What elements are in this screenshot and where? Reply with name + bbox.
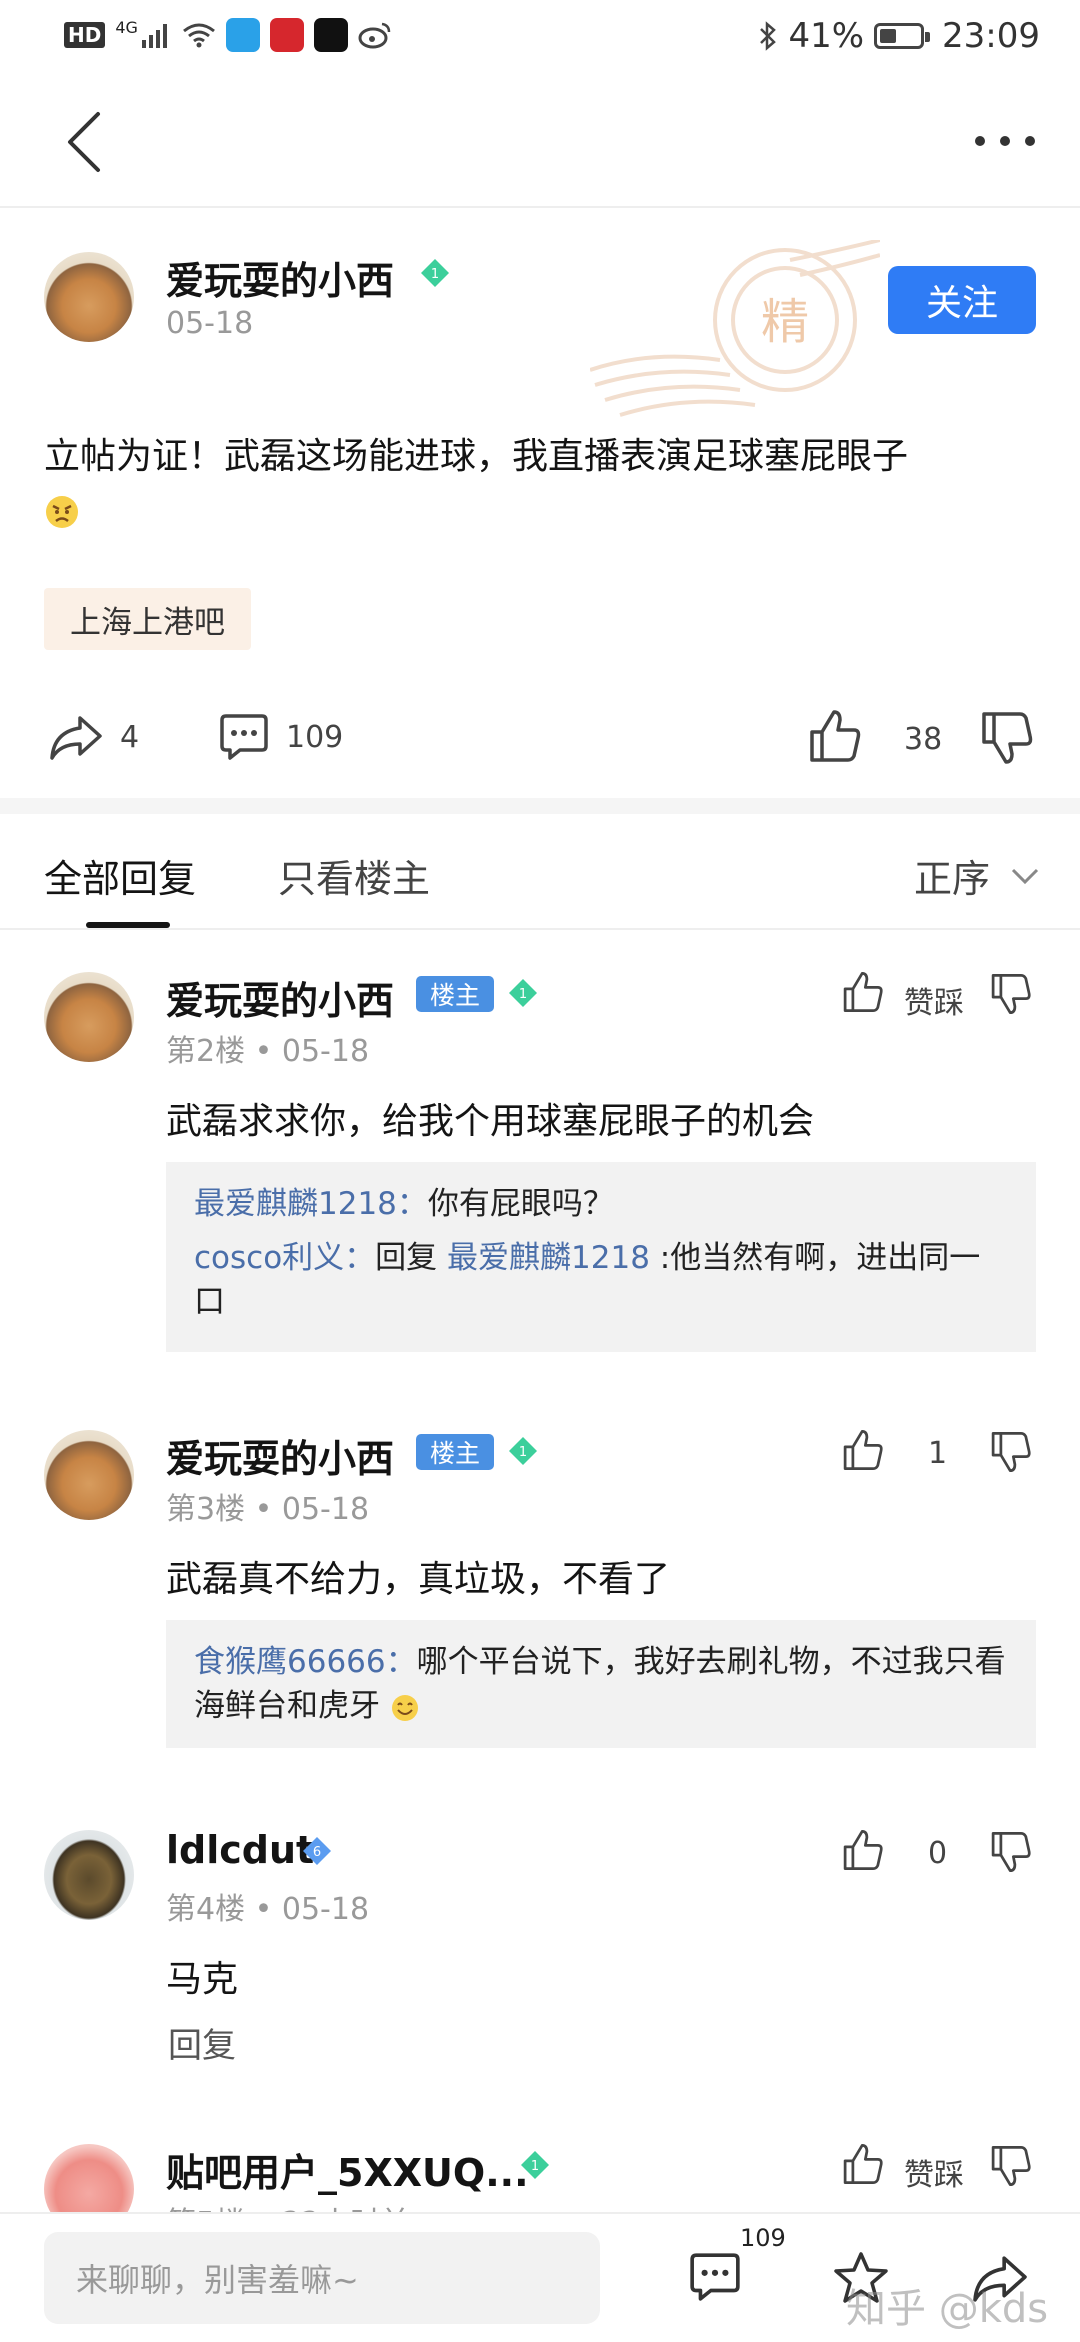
vote-count: 0: [928, 1836, 948, 1871]
reply-avatar[interactable]: [44, 972, 134, 1062]
sub-replies[interactable]: 最爱麒麟1218：你有屁眼吗？ cosco利义：回复 最爱麒麟1218 :他当然…: [166, 1162, 1036, 1352]
comment-count: 109: [286, 719, 344, 755]
sub-reply-text: 你有屁眼吗？: [427, 1186, 614, 1222]
status-right: 41% 23:09: [758, 16, 1040, 56]
level-number: 1: [531, 2159, 539, 2174]
forum-tag[interactable]: 上海上港吧: [44, 588, 251, 650]
author-avatar[interactable]: [44, 252, 134, 342]
floor-info: 第3楼 • 05-18: [166, 1492, 370, 1527]
reply-text: 武磊真不给力，真垃圾，不看了: [166, 1559, 671, 1600]
section-divider: [0, 798, 1080, 814]
post-date: 05-18: [166, 306, 254, 341]
comment-action[interactable]: 109: [218, 712, 343, 762]
thumbs-up-icon[interactable]: [842, 2142, 884, 2186]
watermark: 知乎 @kds: [846, 2286, 1049, 2332]
thumbs-down-icon[interactable]: [990, 1830, 1032, 1874]
battery-icon: [874, 23, 931, 49]
owner-badge: 楼主: [416, 976, 495, 1012]
author-name[interactable]: 爱玩耍的小西: [166, 250, 394, 305]
like-count: 38: [904, 722, 943, 757]
chevron-down-icon: [1011, 868, 1039, 884]
sub-reply-author[interactable]: cosco利义：: [194, 1240, 375, 1276]
level-number: 1: [519, 1445, 527, 1460]
post-text: 立帖为证！武磊这场能进球，我直播表演足球塞屁眼子: [44, 436, 909, 477]
floor-info: 第2楼 • 05-18: [166, 1034, 370, 1069]
reply-author[interactable]: 贴吧用户_5XXUQ...: [166, 2142, 529, 2197]
share-icon: [50, 716, 102, 760]
reply-avatar[interactable]: [44, 1830, 134, 1920]
level-number: 1: [519, 987, 527, 1002]
hd-indicator: HD: [64, 22, 106, 48]
thumbs-up-icon[interactable]: [842, 970, 884, 1014]
level-gem-icon: 1: [509, 979, 537, 1007]
netease-icon: [269, 18, 304, 52]
wifi-icon: [182, 23, 215, 48]
level-number: 1: [431, 267, 439, 282]
level-gem-icon: 1: [421, 259, 449, 287]
reply-text: 马克: [166, 1959, 239, 2000]
vote-label: 赞踩: [904, 986, 964, 1021]
comment-input[interactable]: 来聊聊，别害羞嘛~: [44, 2232, 600, 2324]
thumbs-up-icon[interactable]: [808, 708, 862, 764]
owner-badge: 楼主: [416, 1434, 495, 1470]
sub-reply: 最爱麒麟1218：你有屁眼吗？: [194, 1182, 1008, 1226]
comment-count-badge: 109: [740, 2224, 786, 2252]
reply-author[interactable]: 爱玩耍的小西: [166, 970, 394, 1025]
level-gem-icon: 6: [303, 1837, 331, 1865]
thumbs-down-icon[interactable]: [990, 1430, 1032, 1474]
level-gem-icon: 1: [521, 2151, 549, 2179]
comment-icon[interactable]: [688, 2250, 742, 2304]
sub-reply: 食猴鹰66666：哪个平台说下，我好去刷礼物，不过我只看海鲜台和虎牙: [194, 1640, 1008, 1728]
vote-count: 1: [928, 1436, 948, 1471]
top-nav: [0, 76, 1080, 208]
sub-reply: cosco利义：回复 最爱麒麟1218 :他当然有啊，进出同一口: [194, 1236, 1008, 1324]
smile-emoji-icon: [391, 1694, 418, 1721]
tab-owner-only[interactable]: 只看楼主: [278, 848, 430, 903]
angry-emoji-icon: [46, 496, 78, 528]
reply-author[interactable]: ldlcdut: [166, 1828, 314, 1872]
sub-reply-mention[interactable]: 最爱麒麟1218: [447, 1240, 650, 1276]
bluetooth-icon: [760, 21, 777, 51]
tab-all-replies[interactable]: 全部回复: [44, 848, 196, 903]
share-action[interactable]: 4: [48, 712, 139, 762]
share-count: 4: [120, 719, 140, 755]
status-left: HD 4G: [64, 18, 392, 52]
sub-reply-author[interactable]: 最爱麒麟1218：: [194, 1186, 428, 1222]
sub-reply-prefix: 回复: [375, 1240, 448, 1276]
reply-author[interactable]: 爱玩耍的小西: [166, 1428, 394, 1483]
reply-text: 武磊求求你，给我个用球塞屁眼子的机会: [166, 1101, 815, 1142]
floor-info: 第4楼 • 05-18: [166, 1892, 370, 1927]
reply-button[interactable]: 回复: [168, 2018, 236, 2067]
level-gem-icon: 1: [509, 1437, 537, 1465]
weibo-icon: [358, 22, 391, 49]
thumbs-down-icon[interactable]: [990, 2144, 1032, 2188]
tiktok-icon: [313, 18, 348, 52]
thumbs-up-icon[interactable]: [842, 1428, 884, 1472]
vote-label: 赞踩: [904, 2158, 964, 2193]
stamp-text: 精: [761, 294, 809, 350]
battery-fill: [880, 29, 897, 43]
featured-stamp: 精: [590, 240, 880, 417]
sub-reply-author[interactable]: 食猴鹰66666：: [194, 1644, 417, 1680]
sort-dropdown[interactable]: 正序: [914, 848, 1040, 903]
thumbs-down-icon[interactable]: [990, 972, 1032, 1016]
network-type: 4G: [115, 17, 138, 37]
clock: 23:09: [942, 16, 1040, 56]
reply-avatar[interactable]: [44, 1430, 134, 1520]
battery-percent: 41%: [788, 16, 865, 56]
level-number: 6: [313, 1845, 321, 1860]
sub-replies[interactable]: 食猴鹰66666：哪个平台说下，我好去刷礼物，不过我只看海鲜台和虎牙: [166, 1620, 1036, 1748]
more-dots-icon[interactable]: [970, 126, 1040, 156]
comment-icon: [220, 714, 268, 760]
signal-icon: [141, 24, 167, 48]
follow-button[interactable]: 关注: [888, 266, 1036, 334]
post-body: 立帖为证！武磊这场能进球，我直播表演足球塞屁眼子: [44, 430, 1044, 538]
thumbs-up-icon[interactable]: [842, 1828, 884, 1872]
status-bar: HD 4G 41% 23:09: [0, 0, 1080, 76]
thumbs-down-icon[interactable]: [980, 710, 1034, 766]
chevron-left-icon[interactable]: [62, 110, 112, 174]
kuaishou-icon: [225, 18, 260, 52]
tabs-border: [0, 928, 1080, 930]
sort-label: 正序: [913, 857, 990, 901]
